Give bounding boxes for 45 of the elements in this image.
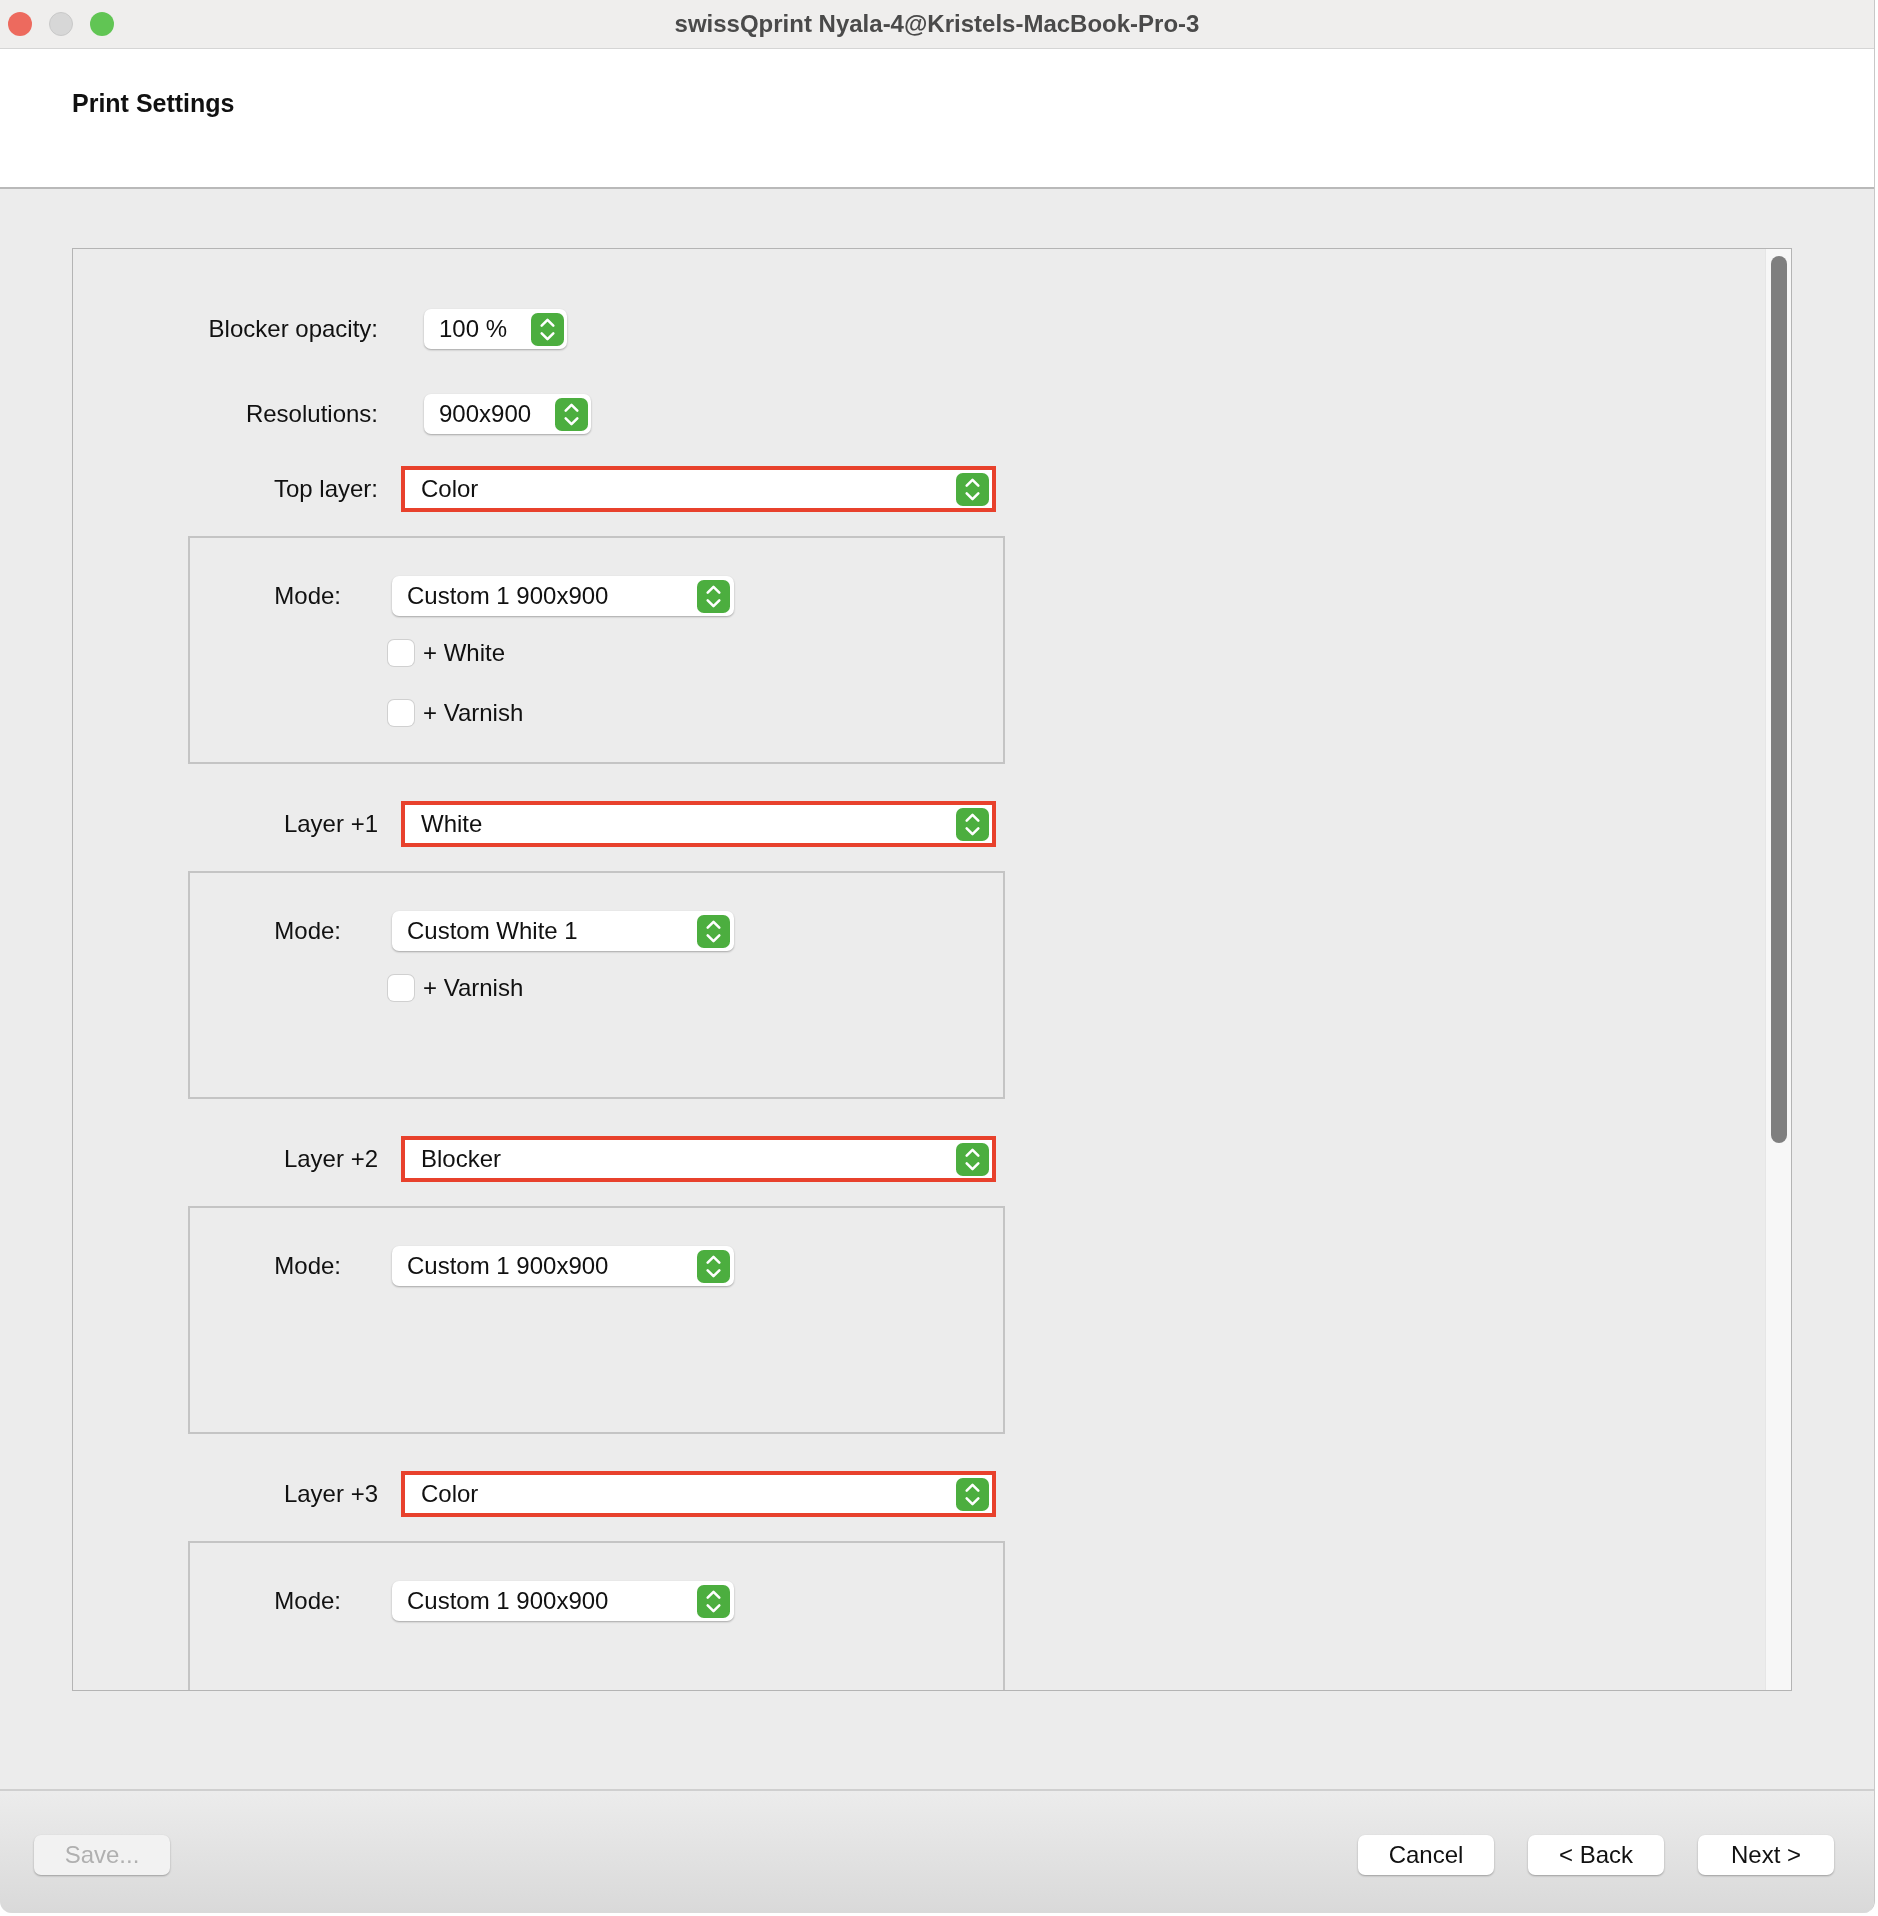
dropdown[interactable]: Custom 1 900x900 — [392, 576, 734, 616]
dropdown[interactable]: Custom 1 900x900 — [392, 1581, 734, 1621]
dropdown[interactable]: Custom 1 900x900 — [392, 1246, 734, 1286]
zoom-button[interactable] — [90, 12, 114, 36]
chevrons-icon — [956, 807, 989, 841]
window-title: swissQprint Nyala-4@Kristels-MacBook-Pro-3 — [674, 10, 1200, 38]
dropdown[interactable]: Custom White 1 — [392, 911, 734, 951]
close-button[interactable] — [8, 12, 32, 36]
checkbox[interactable] — [388, 640, 414, 666]
dropdown[interactable]: White — [401, 801, 996, 847]
minimize-button[interactable] — [49, 12, 73, 36]
button[interactable]: Cancel — [1358, 1835, 1494, 1875]
scrollbar-thumb[interactable] — [1771, 256, 1787, 1143]
field-label: Mode: — [273, 1587, 341, 1615]
dropdown[interactable]: Color — [401, 466, 996, 512]
chevrons-icon — [956, 1477, 989, 1511]
checkbox[interactable] — [388, 700, 414, 726]
field-label: Resolutions: — [244, 400, 378, 428]
chevrons-icon — [697, 579, 730, 613]
chevrons-icon — [956, 472, 989, 506]
field-label: Layer +2 — [282, 1145, 378, 1173]
chevrons-icon — [697, 1249, 730, 1283]
checkbox[interactable] — [388, 975, 414, 1001]
field-label: Layer +1 — [282, 810, 378, 838]
chevrons-icon — [531, 312, 565, 346]
chevrons-icon — [555, 397, 589, 431]
dropdown[interactable]: Blocker — [401, 1136, 996, 1182]
field-label: Mode: — [273, 917, 341, 945]
dropdown[interactable]: Color — [401, 1471, 996, 1517]
dropdown[interactable]: 900x900 — [424, 394, 592, 434]
field-label: Top layer: — [272, 475, 378, 503]
button[interactable]: < Back — [1528, 1835, 1664, 1875]
field-label: Mode: — [273, 1252, 341, 1280]
field-label: Layer +3 — [282, 1480, 378, 1508]
button[interactable]: Next > — [1698, 1835, 1834, 1875]
field-label: Mode: — [273, 582, 341, 610]
checkbox-label[interactable]: + Varnish — [423, 699, 524, 727]
chevrons-icon — [956, 1142, 989, 1176]
chevrons-icon — [697, 914, 730, 948]
checkbox-label[interactable]: + White — [423, 639, 506, 667]
dropdown[interactable]: 100 % — [424, 309, 568, 349]
field-label: Blocker opacity: — [207, 315, 378, 343]
checkbox-label[interactable]: + Varnish — [423, 974, 524, 1002]
page-title: Print Settings — [72, 89, 235, 118]
chevrons-icon — [697, 1584, 730, 1618]
